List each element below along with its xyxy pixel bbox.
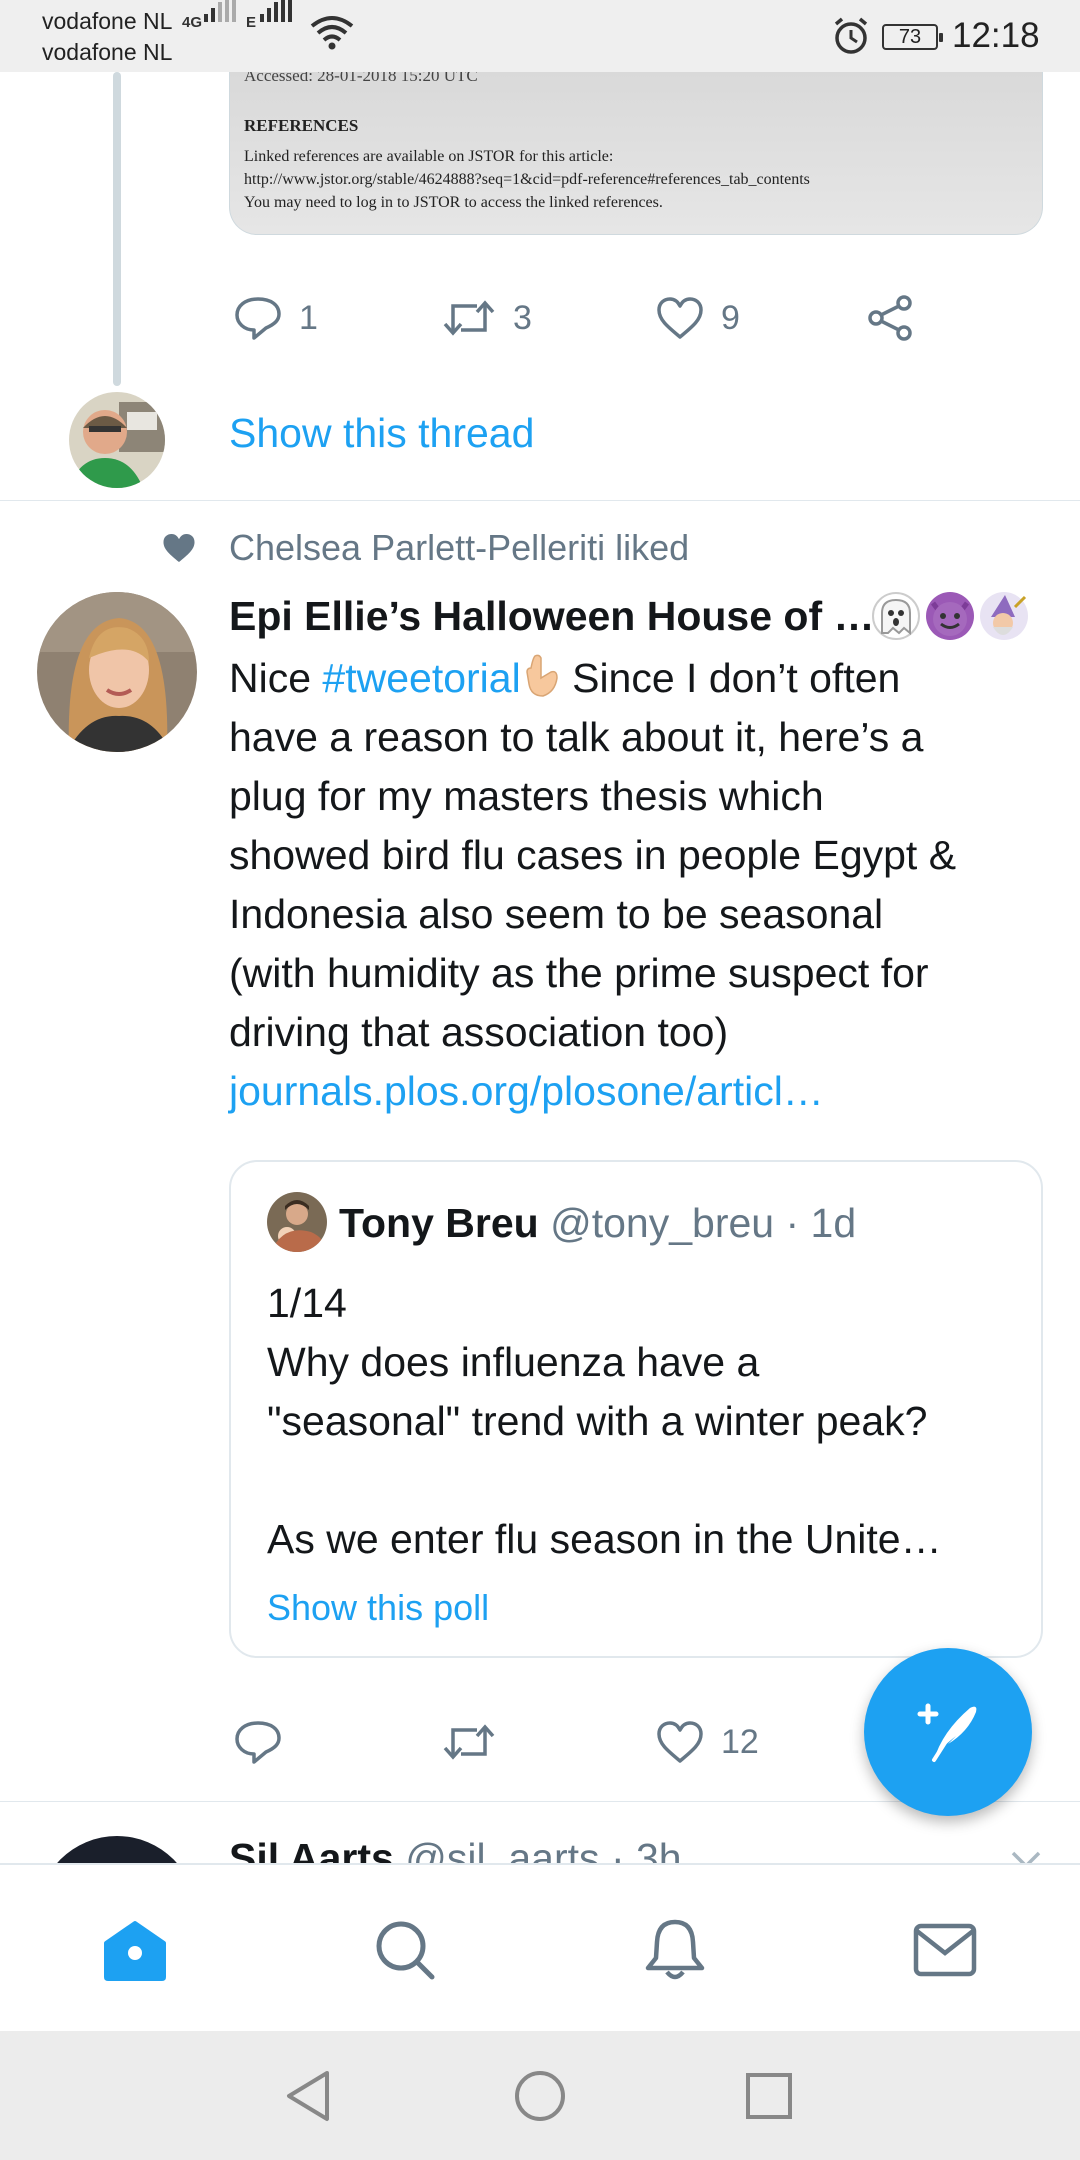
author-name[interactable]: Epi Ellie’s Halloween House of … <box>229 590 875 642</box>
quote-text-line: 1/14 <box>267 1280 347 1326</box>
show-thread-link[interactable]: Show this thread <box>229 409 534 457</box>
compose-feather-icon <box>917 1703 977 1762</box>
image-text-line: You may need to log in to JSTOR to acces… <box>244 194 663 211</box>
retweet-icon <box>443 300 495 336</box>
alarm-icon <box>832 16 870 61</box>
tweet-media-image[interactable]: Accessed: 28-01-2018 15:20 UTC REFERENCE… <box>229 72 1043 235</box>
bell-icon <box>645 1919 705 1980</box>
clock: 12:18 <box>952 16 1040 55</box>
share-button[interactable] <box>866 288 914 348</box>
image-text-heading: REFERENCES <box>244 116 359 135</box>
home-circle-icon[interactable] <box>507 2063 573 2129</box>
status-right: 73 12:18 <box>832 14 1052 60</box>
tweet-text-segment: Nice <box>229 655 323 701</box>
quote-timestamp: · 1d <box>785 1200 857 1246</box>
status-bar: vodafone NL vodafone NL 4G E 73 12:18 <box>0 0 1080 72</box>
tweet-text-line: Indonesia also seem to be seasonal <box>229 891 884 937</box>
tweet-text-line: Nice #tweetorial Since I don’t often <box>229 649 1049 708</box>
quote-text-spacer <box>267 1451 942 1510</box>
retweet-button[interactable]: 3 <box>441 288 532 348</box>
nav-home[interactable] <box>100 1915 170 1985</box>
retweet-count: 3 <box>513 298 532 337</box>
ghost-icon <box>872 592 920 640</box>
retweet-icon <box>443 1724 495 1760</box>
like-count: 9 <box>721 298 740 337</box>
system-navigation-bar <box>0 2031 1080 2160</box>
network-type-2: E <box>246 14 257 31</box>
tweet-divider <box>0 500 1080 501</box>
quote-author-name: Tony Breu <box>339 1200 539 1246</box>
bottom-navigation <box>0 1863 1080 2031</box>
pointing-down-emoji-icon <box>525 654 558 697</box>
share-icon <box>868 295 912 341</box>
show-poll-link[interactable]: Show this poll <box>267 1586 489 1630</box>
reply-icon <box>235 1721 281 1764</box>
image-text-line: http://www.jstor.org/stable/4624888?seq=… <box>244 171 810 188</box>
thread-author-avatar[interactable] <box>69 392 165 488</box>
carrier-1: vodafone NL <box>42 8 173 34</box>
mail-icon <box>913 1923 977 1977</box>
quote-text: 1/14 Why does influenza have a "seasonal… <box>267 1274 942 1569</box>
hashtag-link[interactable]: #tweetorial <box>322 655 520 701</box>
quote-author: Tony Breu @tony_breu · 1d <box>339 1198 856 1248</box>
quote-author-avatar <box>267 1192 327 1252</box>
carrier-labels: vodafone NL vodafone NL <box>42 6 172 68</box>
wifi-icon <box>310 14 354 55</box>
author-avatar[interactable] <box>37 592 197 752</box>
like-button[interactable]: 12 <box>655 1712 759 1772</box>
search-icon <box>376 1921 435 1980</box>
quote-text-line: Why does influenza have a <box>267 1339 760 1385</box>
tweet-text-line: driving that association too) <box>229 1009 729 1055</box>
network-type-1: 4G <box>182 14 203 31</box>
thread-connector-line <box>113 72 121 386</box>
reply-button[interactable]: 1 <box>233 288 318 348</box>
external-link[interactable]: journals.plos.org/plosone/articl… <box>229 1062 1049 1121</box>
quote-text-line: "seasonal" trend with a winter peak? <box>267 1398 928 1444</box>
carrier-2: vodafone NL <box>42 39 173 65</box>
social-context[interactable]: Chelsea Parlett-Pelleriti liked <box>229 522 689 574</box>
heart-icon <box>657 1721 703 1763</box>
tweet-text: Nice #tweetorial Since I don’t often hav… <box>229 649 1049 1121</box>
reply-button[interactable] <box>233 1712 283 1772</box>
retweet-button[interactable] <box>441 1712 497 1772</box>
quote-author-handle: @tony_breu <box>550 1200 775 1246</box>
recents-icon[interactable] <box>736 2063 802 2129</box>
battery-indicator: 73 <box>882 24 943 50</box>
image-text-line: Linked references are available on JSTOR… <box>244 148 614 165</box>
tweet-text-line: plug for my masters thesis which <box>229 773 824 819</box>
compose-tweet-button[interactable] <box>864 1648 1032 1816</box>
back-icon[interactable] <box>275 2063 341 2129</box>
reply-icon <box>235 297 281 340</box>
image-text-accessed: Accessed: 28-01-2018 15:20 UTC <box>244 72 478 85</box>
liked-heart-icon <box>160 522 198 574</box>
home-icon <box>104 1921 166 1981</box>
name-emojis <box>872 592 1028 640</box>
like-button[interactable]: 9 <box>655 288 740 348</box>
tweet-text-line: have a reason to talk about it, here’s a <box>229 714 924 760</box>
like-count: 12 <box>721 1722 759 1761</box>
nav-notifications[interactable] <box>640 1915 710 1985</box>
tweet-text-line: (with humidity as the prime suspect for <box>229 950 929 996</box>
quoted-tweet-card[interactable]: Tony Breu @tony_breu · 1d 1/14 Why does … <box>229 1160 1043 1658</box>
wizard-icon <box>980 592 1028 640</box>
heart-icon <box>657 297 703 339</box>
tweet-text-line: showed bird flu cases in people Egypt & <box>229 832 957 878</box>
reply-count: 1 <box>299 298 318 337</box>
smiling-devil-icon <box>926 592 974 640</box>
tweet-text-segment: Since I don’t often <box>560 655 901 701</box>
nav-messages[interactable] <box>910 1915 980 1985</box>
nav-search[interactable] <box>370 1915 440 1985</box>
quote-text-line: As we enter flu season in the Unite… <box>267 1516 942 1562</box>
